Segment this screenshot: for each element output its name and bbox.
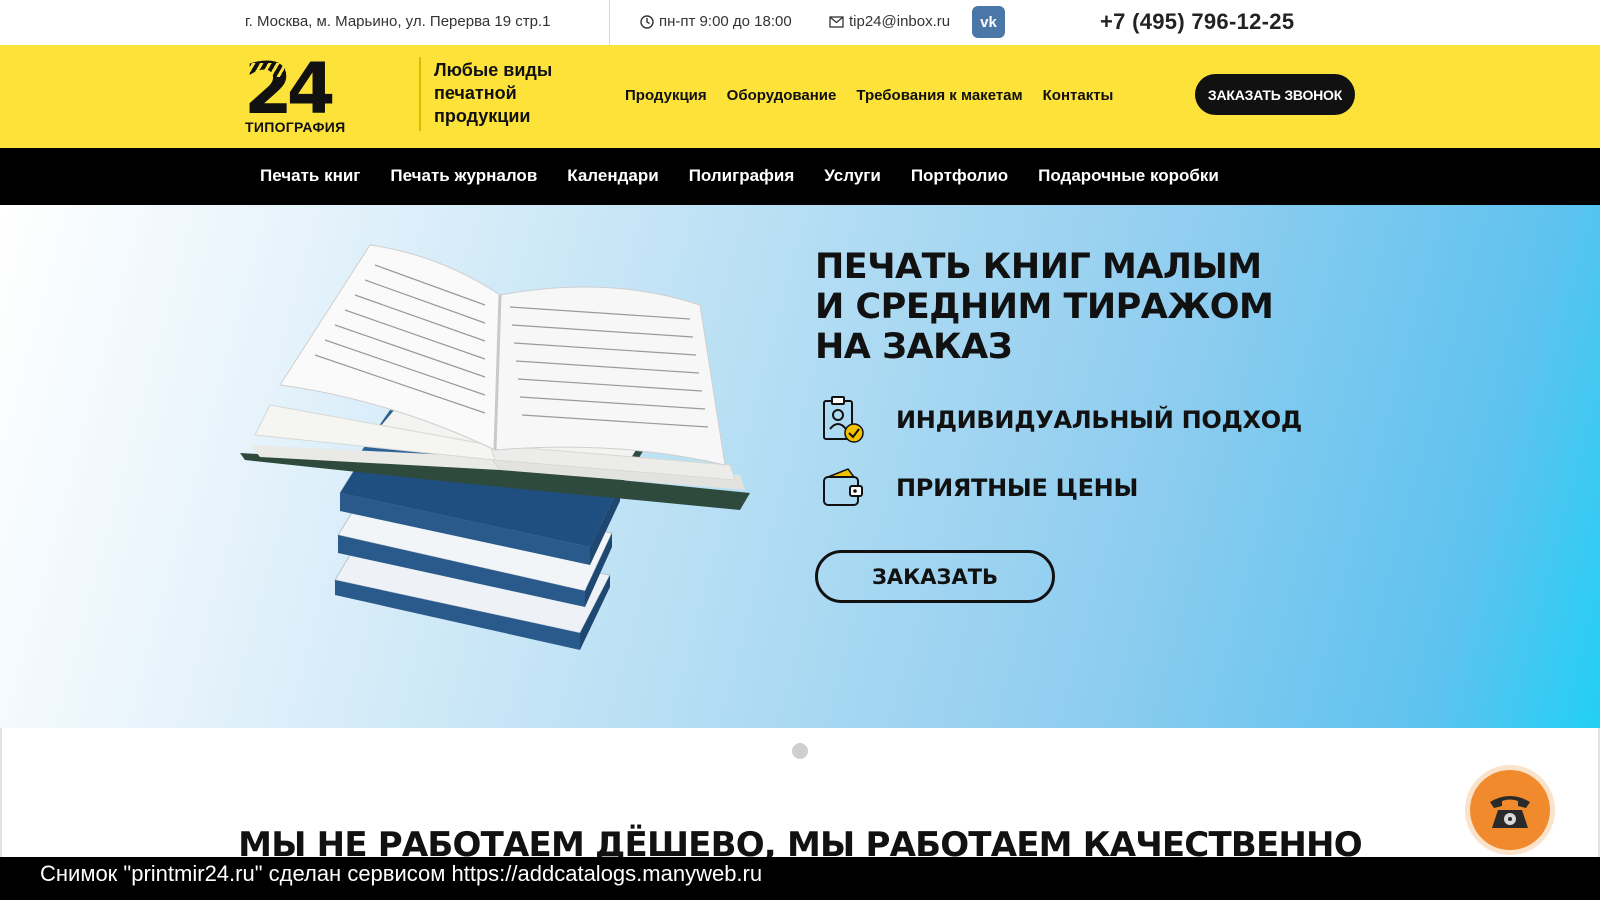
catnav-magazine-printing[interactable]: Печать журналов: [390, 166, 537, 186]
slogan-divider: [419, 57, 421, 131]
working-hours: пн-пт 9:00 до 18:00: [640, 13, 792, 30]
phone-number[interactable]: +7 (495) 796-12-25: [1100, 9, 1294, 35]
hero-title: ПЕЧАТЬ КНИГ МАЛЫМ И СРЕДНИМ ТИРАЖОМ НА З…: [815, 247, 1274, 367]
catnav-calendars[interactable]: Календари: [567, 166, 658, 186]
order-button[interactable]: ЗАКАЗАТЬ: [815, 550, 1055, 603]
logo-subtitle: ТИПОГРАФИЯ: [245, 119, 346, 135]
logo-stripes: [244, 63, 284, 77]
books-illustration: [240, 244, 750, 650]
catnav-polygraphy[interactable]: Полиграфия: [689, 166, 795, 186]
site-header: 24 ТИПОГРАФИЯ Любые виды печатной продук…: [0, 45, 1600, 148]
telephone-icon: [1490, 796, 1530, 828]
top-info-bar: г. Москва, м. Марьино, ул. Перерва 19 ст…: [0, 0, 1600, 148]
email-link[interactable]: tip24@inbox.ru: [829, 13, 950, 30]
phone-call-widget[interactable]: [1470, 770, 1550, 850]
catnav-book-printing[interactable]: Печать книг: [260, 166, 360, 186]
logo[interactable]: 24 ТИПОГРАФИЯ: [244, 51, 364, 137]
clipboard-user-check-icon: [823, 396, 864, 443]
vk-label: vk: [980, 13, 997, 31]
catnav-portfolio[interactable]: Портфолио: [911, 166, 1008, 186]
feature-text-individual: ИНДИВИДУАЛЬНЫЙ ПОДХОД: [896, 406, 1302, 434]
feature-individual-approach: ИНДИВИДУАЛЬНЫЙ ПОДХОД: [820, 395, 1302, 445]
wallet-icon: [823, 468, 863, 506]
slogan: Любые виды печатной продукции: [434, 60, 553, 126]
vk-icon[interactable]: vk: [972, 6, 1005, 38]
hours-text: пн-пт 9:00 до 18:00: [659, 13, 792, 30]
main-nav: Продукция Оборудование Требования к маке…: [625, 87, 1113, 104]
email-text: tip24@inbox.ru: [849, 13, 951, 30]
mail-icon: [829, 15, 844, 28]
callback-button[interactable]: ЗАКАЗАТЬ ЗВОНОК: [1195, 74, 1355, 115]
clock-icon: [640, 14, 654, 29]
hero-slide: ПЕЧАТЬ КНИГ МАЛЫМ И СРЕДНИМ ТИРАЖОМ НА З…: [0, 205, 1600, 728]
address-text: г. Москва, м. Марьино, ул. Перерва 19 ст…: [245, 13, 551, 30]
nav-contacts[interactable]: Контакты: [1043, 87, 1114, 104]
catnav-gift-boxes[interactable]: Подарочные коробки: [1038, 166, 1219, 186]
catnav-services[interactable]: Услуги: [824, 166, 881, 186]
slider-dot[interactable]: [792, 743, 808, 759]
nav-products[interactable]: Продукция: [625, 87, 707, 104]
feature-nice-prices: ПРИЯТНЫЕ ЦЕНЫ: [820, 463, 1138, 513]
screenshot-caption: Снимок "printmir24.ru" сделан сервисом h…: [0, 857, 1600, 900]
feature-text-prices: ПРИЯТНЫЕ ЦЕНЫ: [896, 474, 1139, 502]
nav-equipment[interactable]: Оборудование: [727, 87, 837, 104]
category-nav: Печать книг Печать журналов Календари По…: [0, 148, 1600, 205]
nav-layout-requirements[interactable]: Требования к макетам: [856, 87, 1022, 104]
